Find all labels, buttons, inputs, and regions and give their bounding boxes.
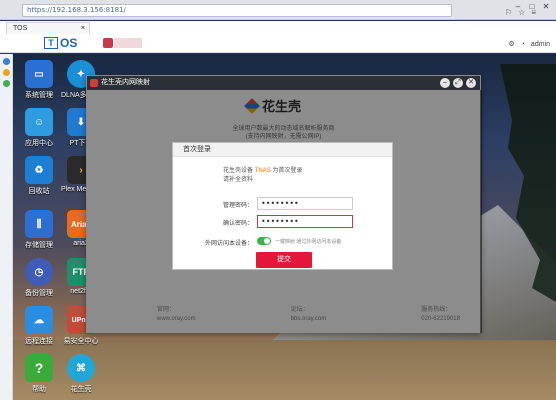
app-window-controls: – ⤢ ✕ xyxy=(440,78,476,88)
confirm-password-label: 确认密码： xyxy=(222,221,253,227)
desktop-icon-system[interactable]: ▭ 系统管理 xyxy=(19,60,59,100)
device-name: TNAS xyxy=(254,168,271,174)
recycle-bin-icon: ♻ xyxy=(25,156,53,184)
running-app-icon[interactable] xyxy=(103,38,113,48)
address-bar[interactable]: https://192.168.3.156:8181/ xyxy=(22,4,452,17)
dialog-message: 花生壳设备 TNAS 为首次登录 请补全资料 xyxy=(223,168,303,183)
admin-password-label: 管理密码： xyxy=(222,203,253,209)
desktop-icon-backup[interactable]: ◷ 备份管理 xyxy=(19,258,59,298)
sidebar-bookmark-icon[interactable] xyxy=(2,58,10,65)
monitor-icon: ▭ xyxy=(25,60,53,88)
desktop-icon-oray[interactable]: ⌘ 花生壳 xyxy=(61,354,101,394)
oray-network-icon: ⌘ xyxy=(67,354,95,382)
tos-logo: T OS xyxy=(44,36,77,50)
maximize-icon[interactable]: □ xyxy=(526,2,538,11)
sliders-icon: ⫼ xyxy=(25,210,53,238)
desktop-icon-remote[interactable]: ☁ 远程连接 xyxy=(19,306,59,346)
running-app-tab[interactable] xyxy=(114,38,142,48)
sidebar-star-icon[interactable] xyxy=(2,69,10,76)
minimize-icon[interactable]: – xyxy=(512,2,524,11)
tab-tos[interactable]: TOS × xyxy=(6,22,90,34)
browser-sidebar xyxy=(0,54,13,400)
maximize-icon[interactable]: ⤢ xyxy=(453,78,463,88)
toggle-knob xyxy=(264,238,270,244)
confirm-password-input[interactable] xyxy=(257,215,353,228)
external-access-hint: 一键映射 通过外网访问本设备 xyxy=(275,239,342,245)
user-name[interactable]: admin xyxy=(531,41,550,48)
dialog-title: 首次登录 xyxy=(173,143,392,157)
app-window-title: 花生壳内网映射 xyxy=(101,79,150,86)
submit-button[interactable]: 提交 xyxy=(256,252,312,268)
appcenter-icon: ☺ xyxy=(25,108,53,136)
close-tab-icon[interactable]: × xyxy=(81,23,85,34)
desktop-icon-appcenter[interactable]: ☺ 应用中心 xyxy=(19,108,59,148)
admin-password-row: 管理密码： xyxy=(173,197,394,211)
sidebar-clock-icon[interactable] xyxy=(2,80,10,87)
tos-logo-box: T xyxy=(44,37,58,49)
first-login-dialog: 首次登录 花生壳设备 TNAS 为首次登录 请补全资料 管理密码： 确认密码： … xyxy=(172,142,393,270)
minimize-icon[interactable]: – xyxy=(440,78,450,88)
tos-logo-text: OS xyxy=(60,36,78,50)
desktop-icon-help[interactable]: ? 帮助 xyxy=(19,354,59,394)
tab-label: TOS xyxy=(13,25,28,32)
close-icon[interactable]: ✕ xyxy=(540,2,552,11)
admin-password-input[interactable] xyxy=(257,197,353,210)
confirm-password-row: 确认密码： xyxy=(173,215,394,229)
external-access-label: 外网访问本设备： xyxy=(204,241,253,247)
user-icon[interactable]: ◔ xyxy=(521,41,525,48)
close-icon[interactable]: ✕ xyxy=(466,78,476,88)
browser-toolbar: https://192.168.3.156:8181/ ⚐ ☆ ≡ – □ ✕ xyxy=(0,0,556,20)
desktop-icon-recycle[interactable]: ♻ 回收站 xyxy=(19,156,59,196)
cloud-icon: ☁ xyxy=(25,306,53,334)
clock-icon: ◷ xyxy=(25,258,53,286)
external-access-row: 外网访问本设备： 一键映射 通过外网访问本设备 xyxy=(173,235,394,249)
appbar-right: ⚙ ◔ admin xyxy=(508,40,550,49)
app-window-titlebar[interactable]: 花生壳内网映射 – ⤢ ✕ xyxy=(87,76,480,90)
settings-icon[interactable]: ⚙ xyxy=(508,40,514,48)
oray-app-icon xyxy=(90,79,98,87)
external-access-toggle[interactable] xyxy=(257,237,271,245)
desktop-icon-storage[interactable]: ⫼ 存储管理 xyxy=(19,210,59,250)
tos-appbar: TOS × xyxy=(0,21,556,53)
help-icon: ? xyxy=(25,354,53,382)
window-controls: – □ ✕ xyxy=(512,2,552,11)
